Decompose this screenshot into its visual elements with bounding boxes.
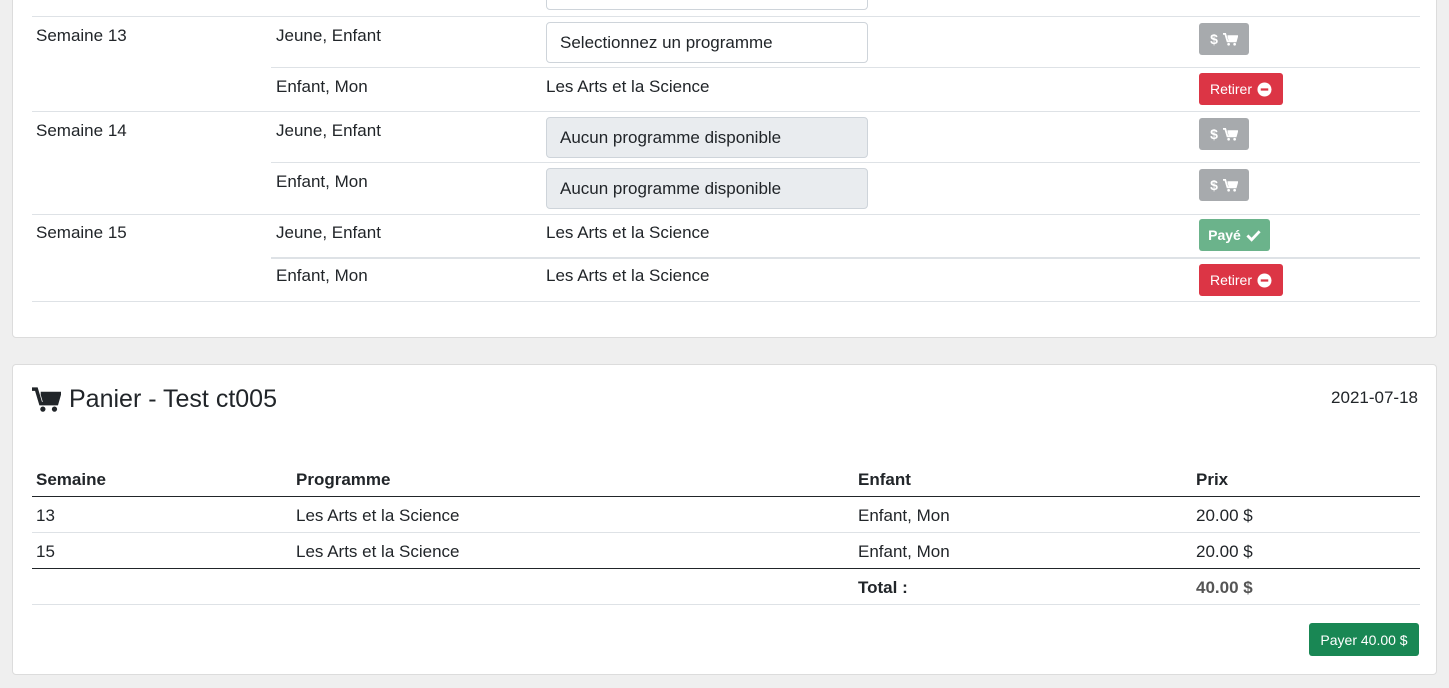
cart-program: Les Arts et la Science (296, 542, 460, 561)
cart-title-text: Panier - Test ct005 (69, 385, 277, 413)
col-header-child: Enfant (858, 470, 911, 489)
program-select-partial[interactable] (546, 0, 868, 10)
pay-button[interactable]: Payer 40.00 $ (1309, 623, 1419, 656)
schedule-row: Enfant, Mon Les Arts et la Science Retir… (32, 68, 1420, 111)
child-name: Jeune, Enfant (276, 121, 381, 140)
col-header-week: Semaine (36, 470, 106, 489)
program-select-disabled: Aucun programme disponible (546, 117, 868, 158)
total-label: Total : (858, 578, 908, 597)
minus-circle-icon (1257, 272, 1272, 288)
child-name: Enfant, Mon (276, 172, 368, 191)
remove-label: Retirer (1209, 272, 1252, 288)
remove-label: Retirer (1209, 81, 1252, 97)
schedule-row: Semaine 15 Jeune, Enfant Les Arts et la … (32, 215, 1420, 258)
cart-price: 20.00 $ (1196, 506, 1253, 525)
cart-week: 13 (36, 506, 55, 525)
dollar-sign: $ (1210, 177, 1218, 193)
row-divider (32, 532, 1420, 533)
paid-label: Payé (1208, 227, 1241, 243)
week-label: Semaine 14 (36, 121, 127, 140)
add-to-cart-button[interactable]: $ (1199, 23, 1249, 55)
cart-child: Enfant, Mon (858, 506, 950, 525)
child-name: Jeune, Enfant (276, 223, 381, 242)
week-label: Semaine 13 (36, 26, 127, 45)
paid-badge: Payé (1199, 219, 1270, 251)
cart-icon (1222, 178, 1238, 192)
cart-child: Enfant, Mon (858, 542, 950, 561)
shopping-cart-icon (32, 386, 61, 412)
remove-button[interactable]: Retirer (1199, 73, 1283, 105)
dollar-sign: $ (1210, 126, 1218, 142)
week-label: Semaine 15 (36, 223, 127, 242)
row-divider (32, 301, 1420, 302)
program-name: Les Arts et la Science (546, 223, 710, 242)
program-select[interactable]: Selectionnez un programme (546, 22, 868, 63)
schedule-card: Semaine 13 Jeune, Enfant Selectionnez un… (12, 0, 1437, 338)
remove-button[interactable]: Retirer (1199, 264, 1283, 296)
child-name: Enfant, Mon (276, 266, 368, 285)
program-select-disabled: Aucun programme disponible (546, 168, 868, 209)
minus-circle-icon (1257, 81, 1272, 97)
header-divider (32, 496, 1420, 497)
check-icon (1246, 229, 1261, 242)
child-name: Jeune, Enfant (276, 26, 381, 45)
dollar-sign: $ (1210, 31, 1218, 47)
schedule-row: Semaine 13 Jeune, Enfant Selectionnez un… (32, 17, 1420, 68)
cart-title: Panier - Test ct005 (32, 385, 277, 414)
cart-card: Panier - Test ct005 2021-07-18 Semaine P… (12, 364, 1437, 675)
total-divider (32, 568, 1420, 569)
child-name: Enfant, Mon (276, 77, 368, 96)
cart-price: 20.00 $ (1196, 542, 1253, 561)
row-divider (32, 604, 1420, 605)
add-to-cart-button[interactable]: $ (1199, 169, 1249, 201)
schedule-row: Semaine 14 Jeune, Enfant Aucun programme… (32, 112, 1420, 163)
cart-date: 2021-07-18 (1331, 388, 1418, 407)
schedule-row: Enfant, Mon Les Arts et la Science Retir… (32, 259, 1420, 301)
schedule-row: Enfant, Mon Aucun programme disponible $ (32, 163, 1420, 214)
program-name: Les Arts et la Science (546, 77, 710, 96)
total-value: 40.00 $ (1196, 578, 1253, 597)
cart-program: Les Arts et la Science (296, 506, 460, 525)
col-header-program: Programme (296, 470, 391, 489)
col-header-price: Prix (1196, 470, 1229, 489)
program-name: Les Arts et la Science (546, 266, 710, 285)
add-to-cart-button[interactable]: $ (1199, 118, 1249, 150)
cart-icon (1222, 32, 1238, 46)
cart-icon (1222, 127, 1238, 141)
cart-week: 15 (36, 542, 55, 561)
